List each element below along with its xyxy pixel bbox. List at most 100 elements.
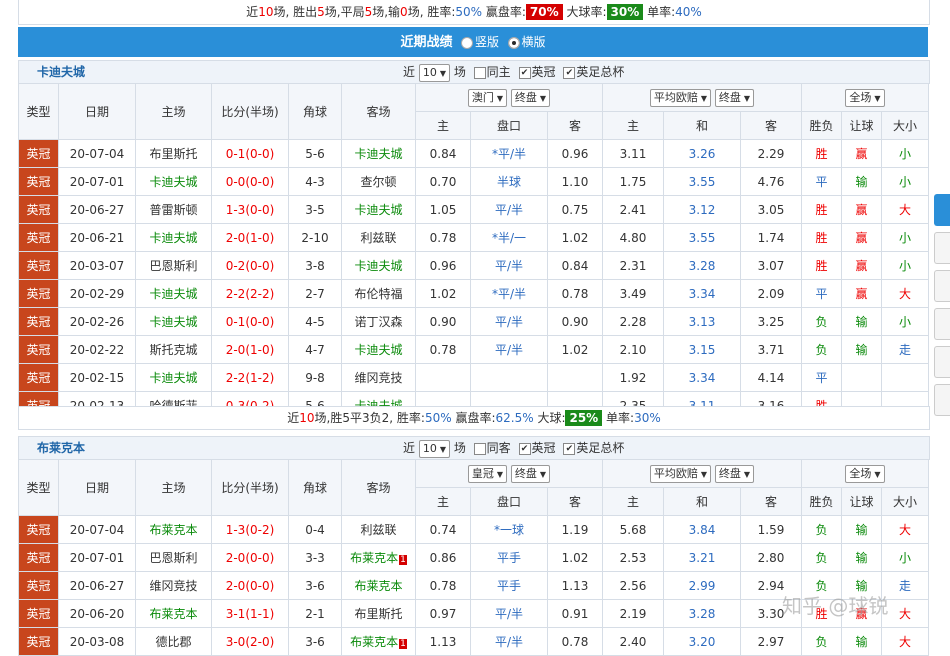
over-under-cell: 走 bbox=[881, 335, 929, 364]
home-team-cell[interactable]: 卡迪夫城 bbox=[135, 307, 212, 336]
over-under-cell: 大 bbox=[881, 515, 929, 544]
euro-stage-select-2[interactable]: 终盘 bbox=[714, 464, 755, 483]
home-team-cell[interactable]: 巴恩斯利 bbox=[135, 251, 212, 280]
red-card-icon: 1 bbox=[399, 639, 407, 649]
home-team-cell[interactable]: 布里斯托 bbox=[135, 139, 212, 168]
away-team-cell[interactable]: 布里斯托 bbox=[341, 599, 416, 628]
match-type[interactable]: 英冠 bbox=[18, 571, 59, 600]
side-tab[interactable] bbox=[934, 194, 950, 226]
home-team-cell[interactable]: 卡迪夫城 bbox=[135, 279, 212, 308]
away-team-cell[interactable]: 查尔顿 bbox=[341, 167, 416, 196]
league-checkbox[interactable]: ✔ bbox=[518, 66, 531, 79]
match-type[interactable]: 英冠 bbox=[18, 223, 59, 252]
home-team-cell[interactable]: 卡迪夫城 bbox=[135, 167, 212, 196]
same-away-checkbox[interactable] bbox=[473, 442, 486, 455]
handicap-result-cell: 输 bbox=[841, 543, 882, 572]
away-team-cell[interactable]: 维冈竞技 bbox=[341, 363, 416, 392]
match-type[interactable]: 英冠 bbox=[18, 599, 59, 628]
away-team-cell[interactable]: 卡迪夫城 bbox=[341, 335, 416, 364]
euro-home-odds: 4.80 bbox=[602, 223, 664, 252]
asian-home-odds: 0.84 bbox=[415, 139, 471, 168]
home-team-cell[interactable]: 斯托克城 bbox=[135, 335, 212, 364]
table-row: 英冠 20-07-01 巴恩斯利 2-0(0-0) 3-3 布莱克本 1 0.86 平手 1.02… bbox=[18, 543, 929, 572]
asian-home-odds: 0.97 bbox=[415, 599, 471, 628]
league-checkbox-2[interactable]: ✔ bbox=[518, 442, 531, 455]
away-team-cell[interactable]: 利兹联 bbox=[341, 515, 416, 544]
table-row: 英冠 20-06-21 卡迪夫城 2-0(1-0) 2-10 利兹联 0.78 *半/一 1.0… bbox=[18, 223, 929, 252]
away-team-name: 利兹联 bbox=[360, 231, 397, 245]
team1-summary: 近10场,胜5平3负2, 胜率:50% 赢盘率:62.5% 大球: 25% 单率:… bbox=[18, 406, 930, 430]
match-type[interactable]: 英冠 bbox=[18, 195, 59, 224]
match-type[interactable]: 英冠 bbox=[18, 279, 59, 308]
side-tab[interactable] bbox=[934, 270, 950, 302]
euro-stage-select[interactable]: 终盘 bbox=[714, 88, 755, 107]
home-team-cell[interactable]: 布莱克本 bbox=[135, 515, 212, 544]
side-tab[interactable] bbox=[934, 346, 950, 378]
euro-home-odds: 1.92 bbox=[602, 363, 664, 392]
euro-away-odds: 3.71 bbox=[740, 335, 802, 364]
over-under-cell: 小 bbox=[881, 251, 929, 280]
count-select-2[interactable]: 10 bbox=[418, 439, 450, 458]
handicap-result-cell: 赢 bbox=[841, 223, 882, 252]
home-team-cell[interactable]: 布莱克本 bbox=[135, 599, 212, 628]
asian-away-odds: 1.02 bbox=[547, 223, 603, 252]
match-type[interactable]: 英冠 bbox=[18, 363, 59, 392]
away-team-cell[interactable]: 卡迪夫城 bbox=[341, 251, 416, 280]
match-type[interactable]: 英冠 bbox=[18, 543, 59, 572]
side-tab[interactable] bbox=[934, 232, 950, 264]
match-type[interactable]: 英冠 bbox=[18, 251, 59, 280]
cup-checkbox-2[interactable]: ✔ bbox=[563, 442, 576, 455]
away-team-cell[interactable]: 利兹联 bbox=[341, 223, 416, 252]
cup-checkbox[interactable]: ✔ bbox=[563, 66, 576, 79]
scope-select[interactable]: 全场 bbox=[845, 88, 885, 107]
asian-home-odds: 0.86 bbox=[415, 543, 471, 572]
away-team-cell[interactable]: 布莱克本 bbox=[341, 571, 416, 600]
euro-home-odds: 1.75 bbox=[602, 167, 664, 196]
away-team-cell[interactable]: 卡迪夫城 bbox=[341, 195, 416, 224]
score-cell: 2-0(1-0) bbox=[211, 223, 289, 252]
euro-home-odds: 2.56 bbox=[602, 571, 664, 600]
asian-away-odds: 0.75 bbox=[547, 195, 603, 224]
home-team-cell[interactable]: 卡迪夫城 bbox=[135, 223, 212, 252]
home-team-cell[interactable]: 普雷斯顿 bbox=[135, 195, 212, 224]
euro-odds-select-2[interactable]: 平均欧赔 bbox=[649, 464, 712, 483]
scope-select-2[interactable]: 全场 bbox=[845, 464, 885, 483]
match-date: 20-06-21 bbox=[58, 223, 136, 252]
match-type[interactable]: 英冠 bbox=[18, 139, 59, 168]
corner-cell: 3-6 bbox=[288, 571, 342, 600]
side-tab[interactable] bbox=[934, 384, 950, 416]
home-team-cell[interactable]: 维冈竞技 bbox=[135, 571, 212, 600]
handicap-stage-select[interactable]: 终盘 bbox=[510, 88, 551, 107]
home-team-cell[interactable]: 巴恩斯利 bbox=[135, 543, 212, 572]
bookmaker-select-2[interactable]: 皇冠 bbox=[467, 464, 508, 483]
over-under-cell: 小 bbox=[881, 307, 929, 336]
asian-home-odds: 0.78 bbox=[415, 571, 471, 600]
handicap-stage-select-2[interactable]: 终盘 bbox=[510, 464, 551, 483]
asian-away-odds: 0.91 bbox=[547, 599, 603, 628]
count-select[interactable]: 10 bbox=[418, 63, 450, 82]
filter-bar-1: 近 10 场 同主 ✔英冠 ✔英足总杯 bbox=[403, 61, 624, 83]
side-tab[interactable] bbox=[934, 308, 950, 340]
away-team-cell[interactable]: 卡迪夫城 bbox=[341, 139, 416, 168]
bookmaker-select[interactable]: 澳门 bbox=[467, 88, 508, 107]
match-type[interactable]: 英冠 bbox=[18, 167, 59, 196]
euro-odds-select[interactable]: 平均欧赔 bbox=[649, 88, 712, 107]
score-cell: 3-1(1-1) bbox=[211, 599, 289, 628]
euro-away-odds: 2.29 bbox=[740, 139, 802, 168]
away-team-cell[interactable]: 布莱克本 1 bbox=[341, 543, 416, 572]
horizontal-radio[interactable] bbox=[507, 36, 520, 49]
same-home-checkbox[interactable] bbox=[473, 66, 486, 79]
home-team-cell[interactable]: 卡迪夫城 bbox=[135, 363, 212, 392]
match-type[interactable]: 英冠 bbox=[18, 307, 59, 336]
away-team-cell[interactable]: 布伦特福 bbox=[341, 279, 416, 308]
match-type[interactable]: 英冠 bbox=[18, 335, 59, 364]
match-date: 20-06-27 bbox=[58, 195, 136, 224]
result-cell: 胜 bbox=[801, 223, 842, 252]
vertical-radio[interactable] bbox=[460, 36, 473, 49]
handicap-line: 平/半 bbox=[470, 195, 548, 224]
handicap-line: 平/半 bbox=[470, 307, 548, 336]
score-cell: 1-3(0-2) bbox=[211, 515, 289, 544]
asian-away-odds: 0.96 bbox=[547, 139, 603, 168]
match-type[interactable]: 英冠 bbox=[18, 515, 59, 544]
away-team-cell[interactable]: 诺丁汉森 bbox=[341, 307, 416, 336]
